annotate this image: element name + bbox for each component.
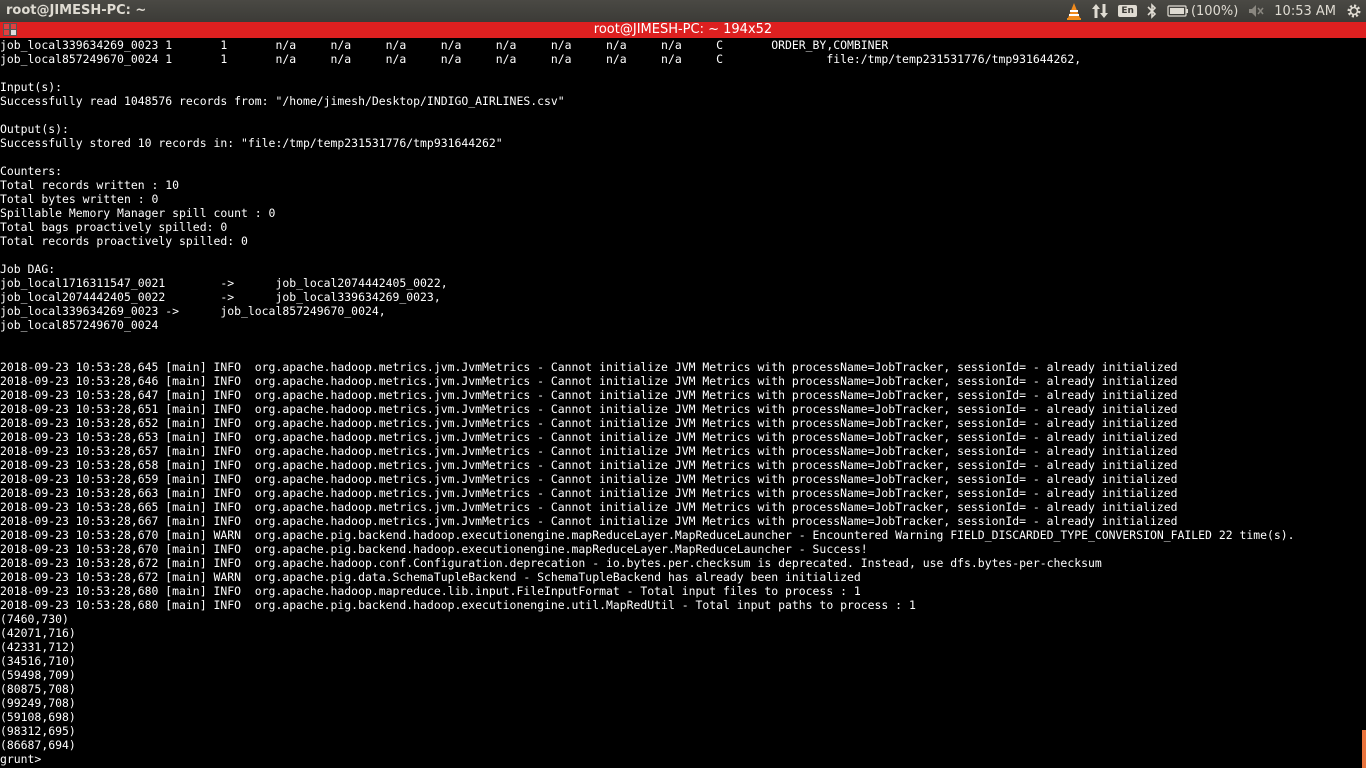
bluetooth-icon[interactable]: [1147, 3, 1157, 19]
terminal-line: 2018-09-23 10:53:28,645 [main] INFO org.…: [0, 360, 1178, 374]
terminal-line: 2018-09-23 10:53:28,658 [main] INFO org.…: [0, 458, 1178, 472]
terminal-line: 2018-09-23 10:53:28,657 [main] INFO org.…: [0, 444, 1178, 458]
terminal-line: job_local339634269_0023 -> job_local8572…: [0, 304, 386, 318]
terminal-line: 2018-09-23 10:53:28,647 [main] INFO org.…: [0, 388, 1178, 402]
terminal-line: (42331,712): [0, 640, 76, 654]
terminal-line: 2018-09-23 10:53:28,651 [main] INFO org.…: [0, 402, 1178, 416]
top-panel: root@JIMESH-PC: ~ En (100%) 10:53 AM: [0, 0, 1366, 22]
terminal-line: Output(s):: [0, 122, 69, 136]
terminal-line: job_local857249670_0024: [0, 318, 159, 332]
terminal-line: job_local857249670_0024 1 1 n/a n/a n/a …: [0, 52, 1082, 66]
terminal-line: Total bags proactively spilled: 0: [0, 220, 228, 234]
terminal-line: 2018-09-23 10:53:28,672 [main] WARN org.…: [0, 570, 861, 584]
keyboard-layout-indicator[interactable]: En: [1118, 5, 1137, 17]
terminal-titlebar[interactable]: root@JIMESH-PC: ~ 194x52: [0, 22, 1366, 38]
terminal-line: (80875,708): [0, 682, 76, 696]
terminal-line: Total records proactively spilled: 0: [0, 234, 248, 248]
terminal-line: 2018-09-23 10:53:28,663 [main] INFO org.…: [0, 486, 1178, 500]
battery-percent: (100%): [1190, 3, 1239, 19]
terminal-line: Spillable Memory Manager spill count : 0: [0, 206, 276, 220]
terminal-line: (59498,709): [0, 668, 76, 682]
terminal-title: root@JIMESH-PC: ~ 194x52: [593, 22, 773, 37]
language-label: En: [1118, 5, 1137, 17]
terminal-line: 2018-09-23 10:53:28,646 [main] INFO org.…: [0, 374, 1178, 388]
terminal-line: Counters:: [0, 164, 62, 178]
terminal-line: Successfully read 1048576 records from: …: [0, 94, 565, 108]
battery-icon: [1167, 5, 1188, 17]
indicator-area: En (100%) 10:53 AM: [1066, 0, 1366, 22]
scrollbar-thumb[interactable]: [1362, 730, 1366, 768]
battery-indicator[interactable]: (100%): [1167, 4, 1238, 19]
terminal-output[interactable]: job_local339634269_0023 1 1 n/a n/a n/a …: [0, 38, 1366, 768]
terminal-line: Input(s):: [0, 80, 62, 94]
terminal-line: 2018-09-23 10:53:28,652 [main] INFO org.…: [0, 416, 1178, 430]
vlc-icon[interactable]: [1066, 2, 1082, 20]
terminal-line: Total bytes written : 0: [0, 192, 159, 206]
terminal-icon[interactable]: [3, 23, 17, 36]
terminal-line: 2018-09-23 10:53:28,680 [main] INFO org.…: [0, 598, 916, 612]
terminal-line: (7460,730): [0, 612, 69, 626]
terminal-line: job_local1716311547_0021 -> job_local207…: [0, 276, 448, 290]
terminal-line: (99249,708): [0, 696, 76, 710]
clock[interactable]: 10:53 AM: [1274, 4, 1336, 19]
terminal-line: 2018-09-23 10:53:28,667 [main] INFO org.…: [0, 514, 1178, 528]
terminal-line: (98312,695): [0, 724, 76, 738]
terminal-line: job_local339634269_0023 1 1 n/a n/a n/a …: [0, 38, 889, 52]
terminal-lines: job_local339634269_0023 1 1 n/a n/a n/a …: [0, 38, 1366, 766]
terminal-line: (86687,694): [0, 738, 76, 752]
terminal-line: grunt>: [0, 752, 42, 766]
terminal-line: 2018-09-23 10:53:28,665 [main] INFO org.…: [0, 500, 1178, 514]
terminal-line: (34516,710): [0, 654, 76, 668]
volume-icon[interactable]: [1248, 4, 1264, 18]
terminal-line: Total records written : 10: [0, 178, 180, 192]
terminal-line: 2018-09-23 10:53:28,672 [main] INFO org.…: [0, 556, 1102, 570]
terminal-line: 2018-09-23 10:53:28,653 [main] INFO org.…: [0, 430, 1178, 444]
window-title: root@JIMESH-PC: ~: [6, 3, 147, 18]
terminal-line: Successfully stored 10 records in: "file…: [0, 136, 503, 150]
terminal-line: Job DAG:: [0, 262, 56, 276]
terminal-line: (42071,716): [0, 626, 76, 640]
network-icon[interactable]: [1092, 3, 1109, 19]
terminal-line: 2018-09-23 10:53:28,670 [main] WARN org.…: [0, 528, 1295, 542]
gear-icon[interactable]: [1346, 3, 1362, 19]
terminal-line: 2018-09-23 10:53:28,659 [main] INFO org.…: [0, 472, 1178, 486]
terminal-line: 2018-09-23 10:53:28,680 [main] INFO org.…: [0, 584, 861, 598]
terminal-line: 2018-09-23 10:53:28,670 [main] INFO org.…: [0, 542, 868, 556]
terminal-line: (59108,698): [0, 710, 76, 724]
terminal-line: job_local2074442405_0022 -> job_local339…: [0, 290, 441, 304]
